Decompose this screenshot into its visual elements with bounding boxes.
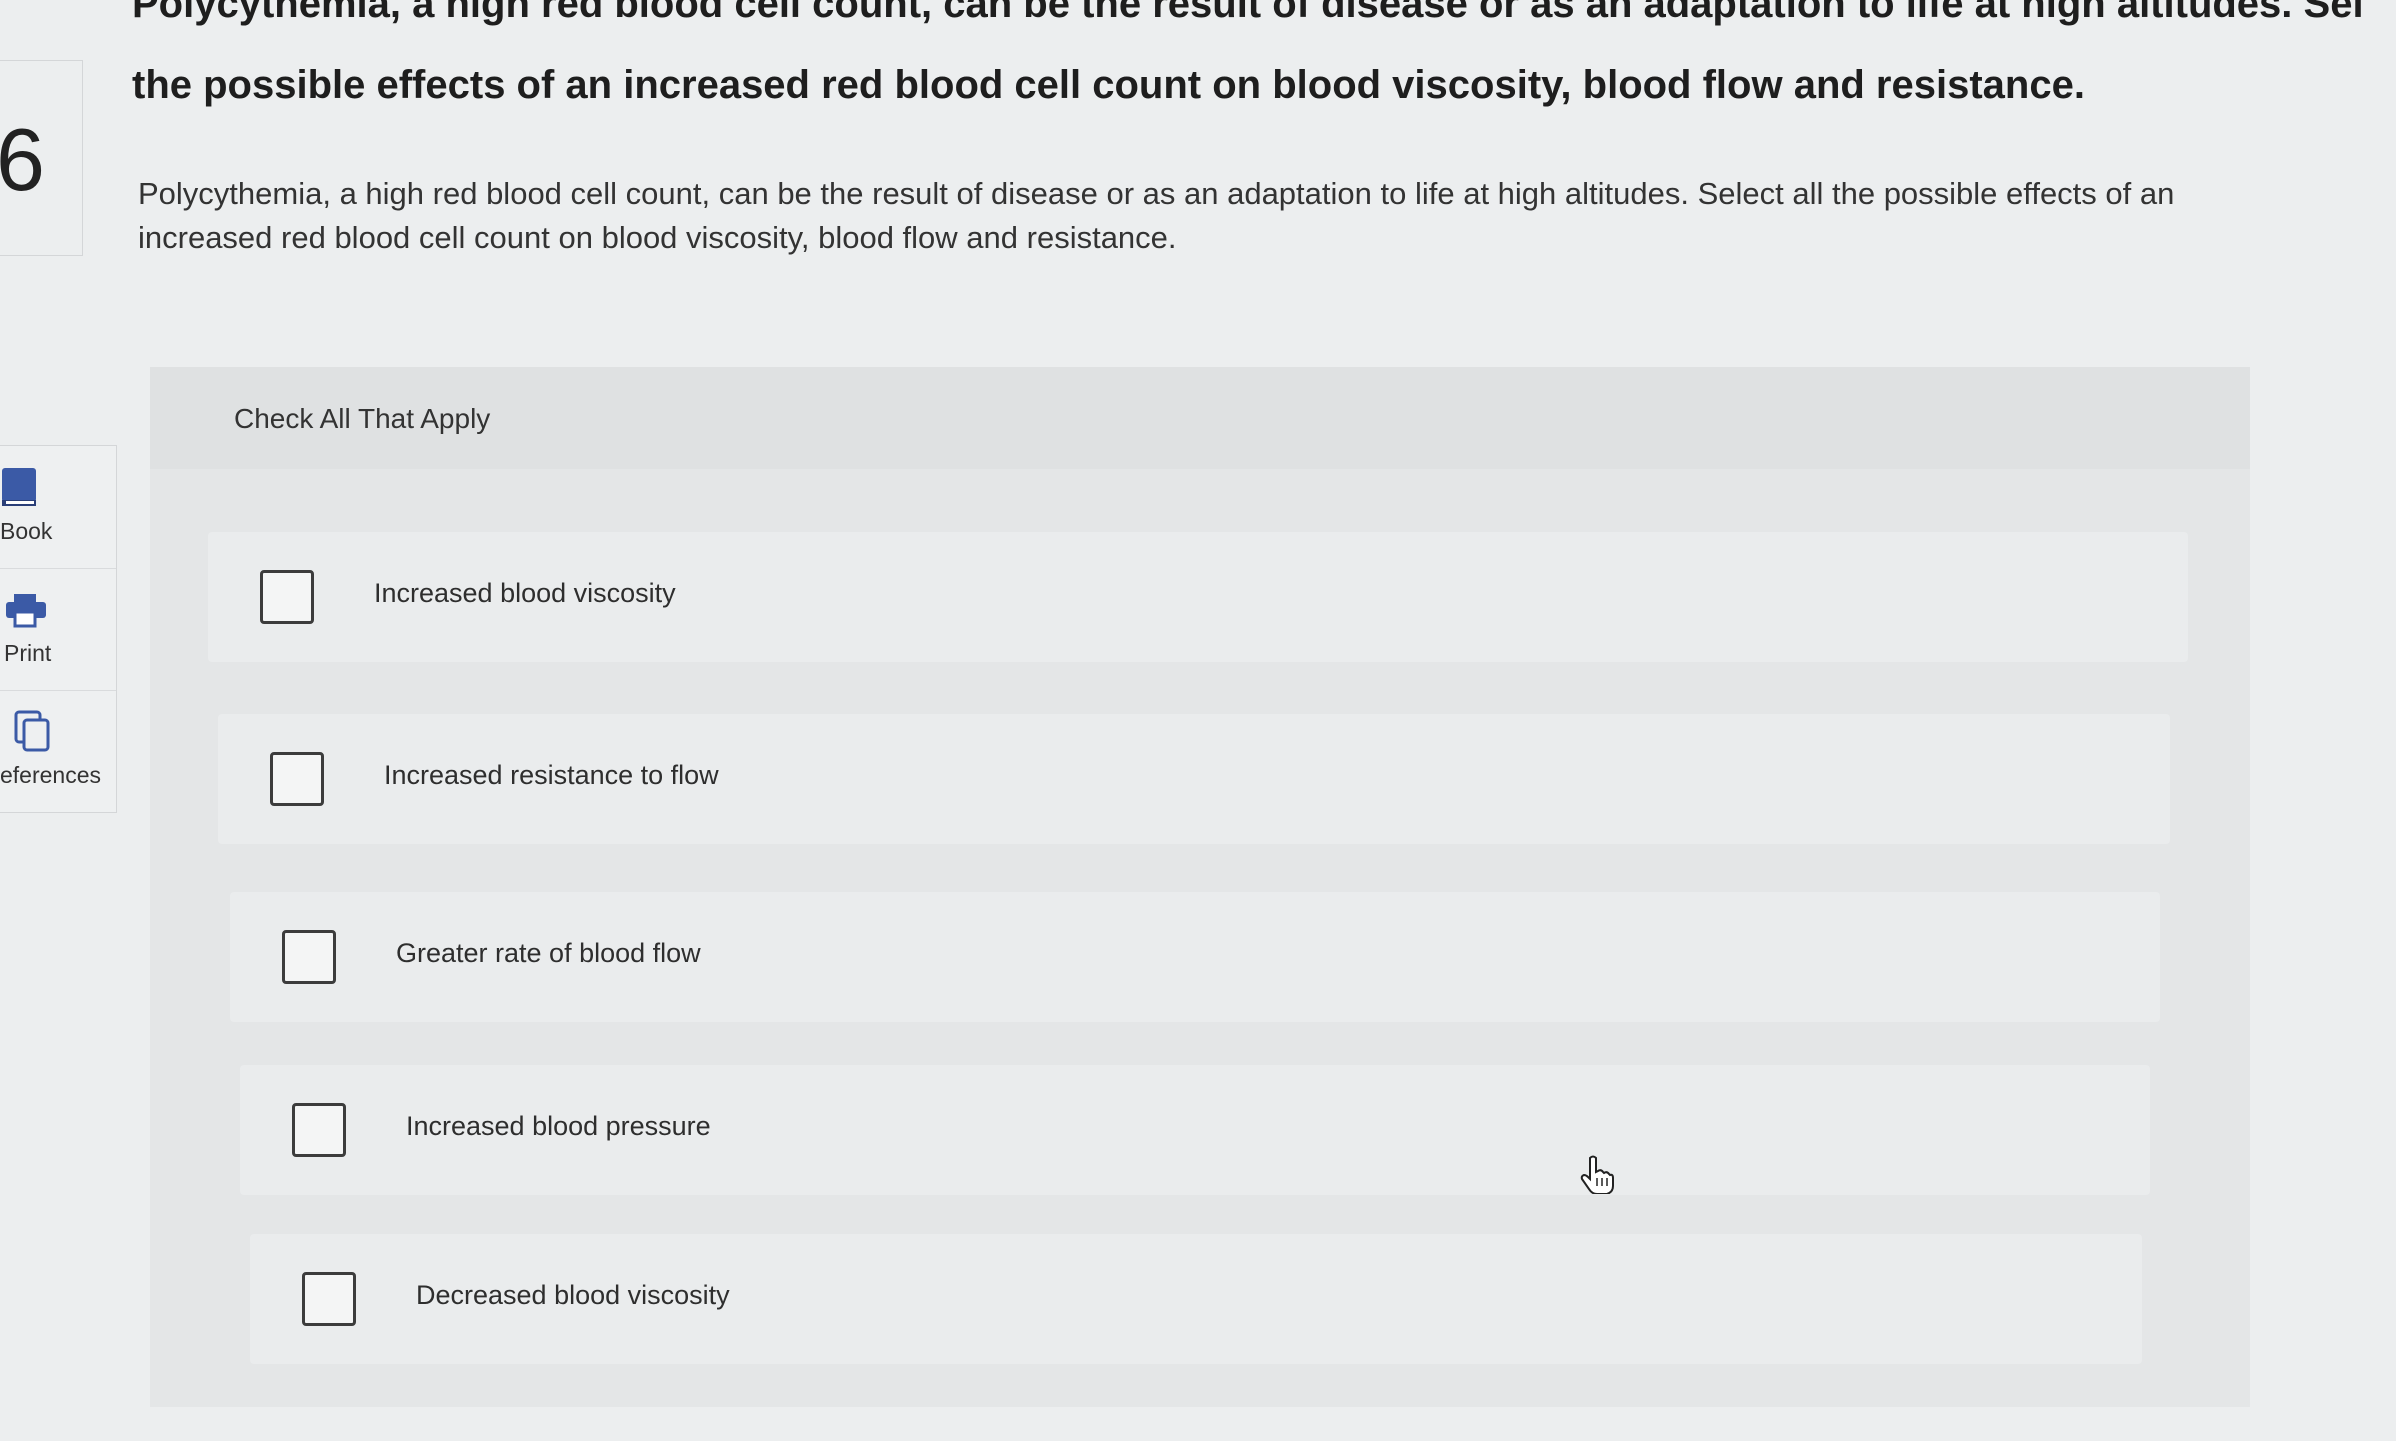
answer-option-label: Increased blood viscosity xyxy=(374,578,676,608)
answer-option[interactable]: Increased blood pressure xyxy=(240,1065,2150,1195)
answer-option[interactable]: Greater rate of blood flow xyxy=(230,892,2160,1022)
checkbox[interactable] xyxy=(270,752,324,806)
check-all-instruction: Check All That Apply xyxy=(234,403,491,434)
answer-option[interactable]: Increased blood viscosity xyxy=(208,532,2188,662)
checkbox[interactable] xyxy=(302,1272,356,1326)
question-prompt: Polycythemia, a high red blood cell coun… xyxy=(138,176,2175,255)
sidebar-item-print[interactable]: Print xyxy=(0,568,116,691)
answer-option[interactable]: Decreased blood viscosity xyxy=(250,1234,2142,1364)
sidebar-item-label: Book xyxy=(0,518,53,544)
question-heading: the possible effects of an increased red… xyxy=(132,63,2085,107)
sidebar-item-references[interactable]: eferences xyxy=(0,690,116,812)
question-heading-cut-line: Polycythemia, a high red blood cell coun… xyxy=(132,0,2362,26)
checkbox[interactable] xyxy=(260,570,314,624)
sidebar-tools: Book Print eferences xyxy=(0,445,117,813)
hand-cursor-icon xyxy=(1580,1155,1614,1194)
answer-option[interactable]: Increased resistance to flow xyxy=(218,714,2170,844)
answer-option-label: Increased resistance to flow xyxy=(384,760,719,790)
question-number: 6 xyxy=(0,110,45,209)
sidebar-item-label: Print xyxy=(4,640,52,666)
print-icon xyxy=(6,594,46,628)
answer-option-label: Decreased blood viscosity xyxy=(416,1280,730,1310)
checkbox[interactable] xyxy=(292,1103,346,1157)
references-icon xyxy=(14,710,50,752)
sidebar-item-label: eferences xyxy=(0,762,102,788)
book-icon xyxy=(2,468,36,506)
answer-option-label: Greater rate of blood flow xyxy=(396,938,701,968)
answer-panel-header: Check All That Apply xyxy=(150,367,2250,469)
sidebar-item-book[interactable]: Book xyxy=(0,446,116,569)
answer-panel: Check All That Apply Increased blood vis… xyxy=(150,367,2250,1407)
answer-option-label: Increased blood pressure xyxy=(406,1111,711,1141)
checkbox[interactable] xyxy=(282,930,336,984)
